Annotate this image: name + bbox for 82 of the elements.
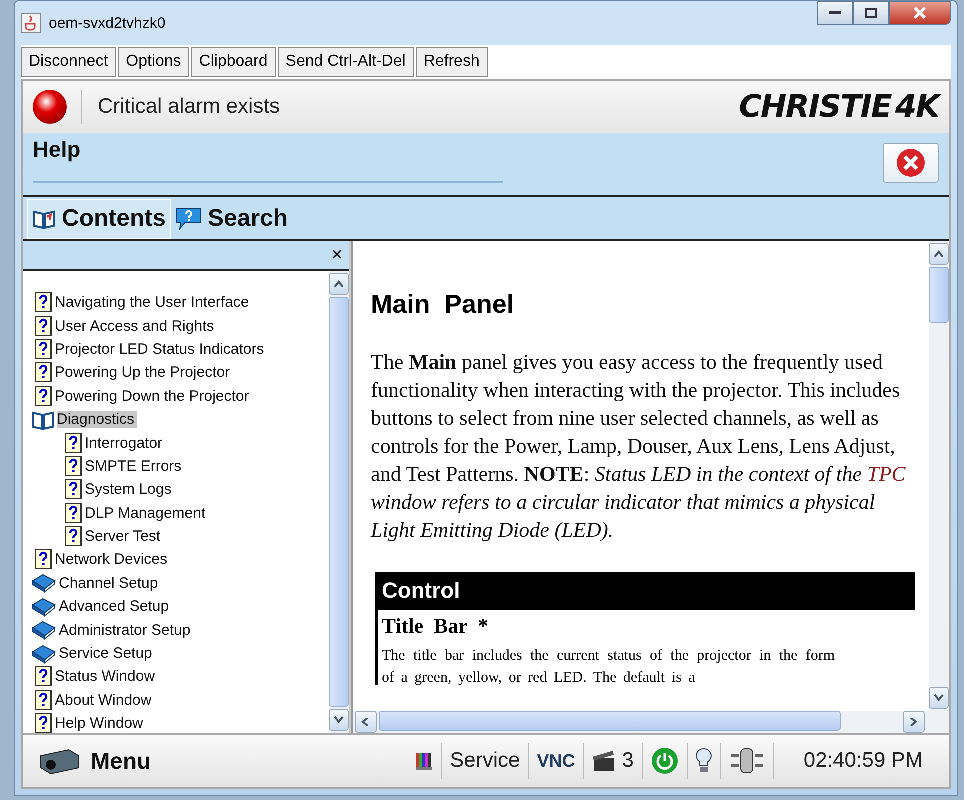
speech-bubble-icon [176, 208, 202, 230]
java-cup-icon [21, 13, 41, 33]
tree-item[interactable]: Interrogator [85, 434, 165, 452]
scrollbar[interactable] [329, 271, 349, 733]
scroll-thumb[interactable] [929, 267, 949, 324]
help-page-icon [35, 386, 53, 407]
tree-item[interactable]: Powering Up the Projector [55, 364, 232, 382]
help-page-icon [35, 316, 53, 337]
help-page-icon [35, 549, 53, 570]
toolbar-button[interactable]: Send Ctrl-Alt-Del [278, 47, 414, 77]
open-book-icon [32, 209, 56, 229]
lens-arrows-icon [728, 746, 765, 776]
tree-item[interactable]: Server Test [85, 528, 163, 546]
menu-button[interactable]: Menu [33, 745, 158, 777]
minimize-button[interactable] [817, 1, 853, 25]
help-page-icon [65, 526, 83, 548]
user-label: Service [450, 749, 520, 773]
tree-item[interactable]: Status Window [55, 668, 158, 686]
help-page-icon [65, 479, 83, 500]
book-icon [31, 644, 57, 664]
close-button[interactable]: × [331, 244, 343, 266]
window-title: oem-svxd2tvhzk0 [49, 14, 166, 32]
toolbar-button[interactable]: Options [118, 47, 190, 77]
tree-item[interactable]: Channel Setup [59, 574, 160, 592]
help-page-icon [65, 502, 83, 524]
help-page-icon [35, 690, 53, 711]
test-pattern-icon [415, 751, 434, 771]
help-page-icon [65, 432, 83, 454]
help-page-icon [35, 713, 53, 734]
scrollbar[interactable] [929, 241, 949, 711]
toolbar-button[interactable]: Clipboard [191, 47, 276, 77]
article-heading: Main Panel [371, 289, 516, 320]
tree-item[interactable]: Service Setup [59, 645, 154, 662]
alarm-led [33, 90, 67, 124]
tab[interactable]: Search [171, 199, 294, 239]
scrollbar[interactable] [353, 711, 949, 733]
tree-item[interactable]: DLP Management [85, 504, 208, 522]
tree-item[interactable]: User Access and Rights [55, 318, 216, 335]
book-icon [31, 620, 57, 640]
logo: CHRISTIE4K [739, 89, 939, 125]
tree-item[interactable]: Help Window [55, 715, 146, 732]
tree-item[interactable]: Network Devices [55, 551, 170, 568]
close-icon [896, 148, 926, 178]
toolbar-button[interactable]: Refresh [416, 47, 488, 77]
help-page-icon [35, 666, 53, 688]
tree-item[interactable]: Navigating the User Interface [55, 294, 252, 312]
maximize-icon [865, 8, 877, 18]
alarm-text: Critical alarm exists [98, 95, 280, 119]
help-page-icon [65, 456, 83, 477]
open-book-icon [31, 410, 55, 430]
table-header: Control [378, 572, 915, 610]
book-icon [31, 596, 57, 617]
clapperboard-icon [592, 750, 616, 772]
tree-item[interactable]: Diagnostics [57, 411, 137, 428]
tree-item[interactable]: System Logs [85, 481, 174, 498]
clock-time: 02:40:59 PM [804, 749, 924, 773]
toolbar-button[interactable]: Disconnect [21, 47, 116, 77]
power-icon [650, 747, 679, 775]
lightbulb-icon [696, 748, 712, 774]
close-icon [914, 7, 926, 19]
tree-item[interactable]: Powering Down the Projector [55, 388, 252, 405]
tree-item[interactable]: Administrator Setup [59, 622, 193, 639]
maximize-button[interactable] [853, 1, 889, 25]
help-title: Help [33, 137, 503, 183]
book-icon [31, 573, 57, 594]
minimize-icon [829, 11, 841, 15]
tree-item[interactable]: Advanced Setup [59, 598, 172, 616]
tab[interactable]: Contents [27, 199, 171, 239]
help-page-icon [35, 338, 53, 360]
close-button[interactable] [889, 1, 951, 25]
channel-count: 3 [622, 749, 634, 773]
help-page-icon [35, 362, 53, 384]
vnc-label: VNC [537, 750, 576, 772]
article-paragraph: The Main panel gives you easy access to the frequently used functionality when interacting with the projector. This includes buttons to select from nine user selected channels, as well as controls for the Power, Lamp, Douser, Aux Lens, Lens Adjust, and Test Patterns. NOTE: Status LED in the context of the TPC window refers to a circular indicator that mimics a physical Light Emitting Diode (LED). [371, 349, 907, 544]
table-subheading: Title Bar * [381, 613, 490, 640]
tree-item[interactable]: About Window [55, 692, 154, 709]
table-text: The title bar includes the current status of the projector in the form of a green, yellow, or red LED. The default is a [381, 647, 836, 685]
tpc-link[interactable]: TPC [867, 462, 906, 486]
help-page-icon [35, 292, 53, 314]
tree-item[interactable]: SMPTE Errors [85, 458, 184, 475]
tree-item[interactable]: Projector LED Status Indicators [55, 340, 266, 358]
close-button[interactable] [883, 143, 939, 183]
